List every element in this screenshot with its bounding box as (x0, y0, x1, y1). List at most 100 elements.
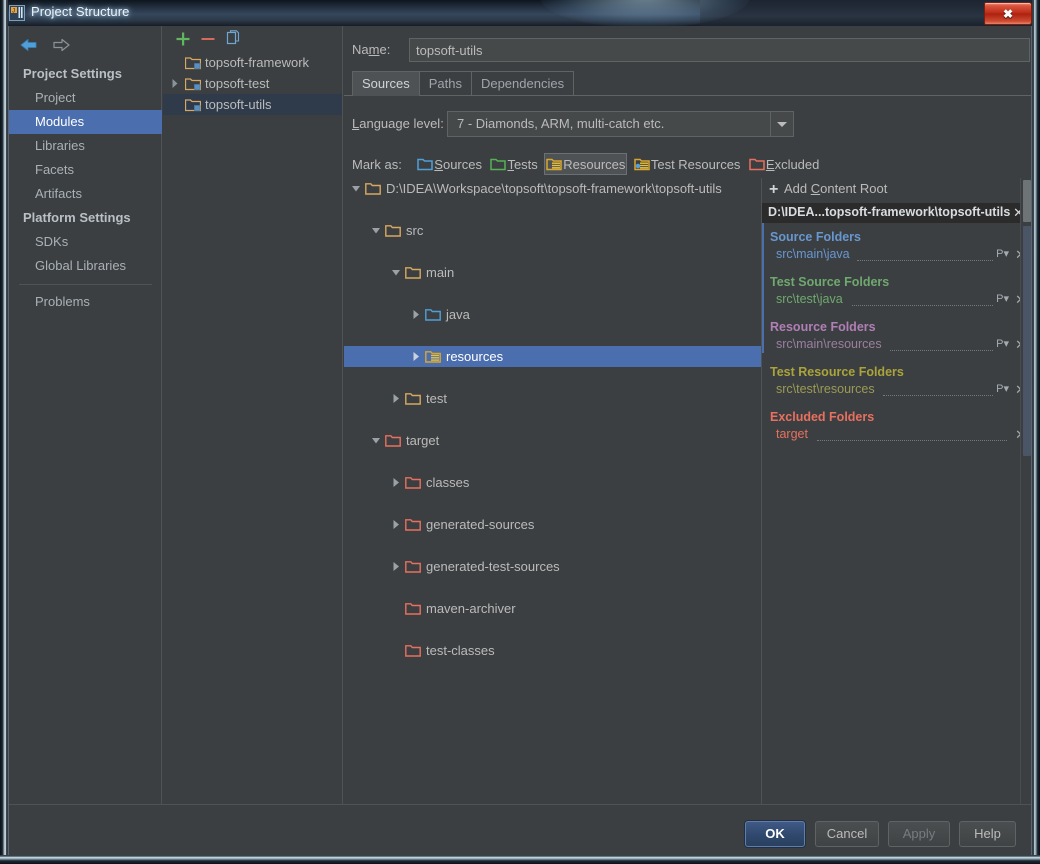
tab-dependencies[interactable]: Dependencies (470, 71, 575, 96)
folder-entry[interactable]: target ✕ (762, 426, 1031, 445)
tree-label: generated-sources (426, 517, 535, 532)
tree-row[interactable]: classes (344, 472, 761, 493)
tab-paths[interactable]: Paths (418, 71, 472, 96)
tree-row[interactable]: test-classes (344, 640, 761, 661)
tree-row[interactable]: src (344, 220, 761, 241)
package-prefix-icon[interactable]: P▾ (996, 338, 1009, 351)
module-item-topsoft-test[interactable]: topsoft-test (163, 73, 342, 94)
minus-icon[interactable] (198, 29, 218, 49)
window-frame-bottom (0, 855, 1040, 864)
sidebar-item-global-libraries[interactable]: Global Libraries (9, 254, 162, 278)
plus-icon[interactable] (173, 29, 193, 49)
tab-label: Dependencies (480, 76, 565, 91)
language-level-label: Language level: (352, 116, 444, 131)
sidebar-item-libraries[interactable]: Libraries (9, 134, 162, 158)
chevron-right-icon[interactable] (409, 304, 423, 325)
window-frame-right (1032, 0, 1040, 864)
svg-text:J: J (12, 9, 15, 15)
chevron-down-icon[interactable] (349, 178, 363, 199)
roots-scrollbar[interactable] (1020, 178, 1031, 804)
add-content-root-button[interactable]: + Add Content Root (762, 178, 1031, 202)
tree-row[interactable]: test (344, 388, 761, 409)
package-prefix-icon[interactable]: P▾ (996, 383, 1009, 396)
sidebar-item-label: Libraries (35, 138, 85, 153)
sidebar-item-problems[interactable]: Problems (9, 290, 162, 314)
plus-icon: + (769, 181, 779, 198)
chevron-down-icon[interactable] (369, 430, 383, 451)
module-item-topsoft-framework[interactable]: topsoft-framework (163, 52, 342, 73)
tree-row[interactable]: main (344, 262, 761, 283)
tree-row[interactable]: java (344, 304, 761, 325)
package-prefix-icon[interactable]: P▾ (996, 248, 1009, 261)
tree-row[interactable]: generated-test-sources (344, 556, 761, 577)
folder-entry[interactable]: src\main\resources P▾ ✕ (762, 336, 1031, 355)
scrollbar-track-fill[interactable] (1023, 226, 1031, 456)
sidebar-item-facets[interactable]: Facets (9, 158, 162, 182)
module-detail-panel: Name: Sources Paths Dependencies (344, 26, 1031, 804)
folder-excluded-icon (405, 475, 421, 490)
help-button[interactable]: Help (959, 821, 1016, 847)
window-title: Project Structure (31, 4, 130, 19)
mark-as-tests-button[interactable]: Tests (488, 153, 539, 175)
module-name-input[interactable] (409, 38, 1030, 62)
apply-button[interactable]: Apply (888, 821, 950, 847)
tab-sources[interactable]: Sources (352, 71, 420, 96)
chevron-right-icon[interactable] (389, 472, 403, 493)
copy-icon[interactable] (223, 29, 243, 49)
module-folder-icon (184, 97, 202, 112)
sidebar-item-label: SDKs (35, 234, 69, 249)
folder-entry[interactable]: src\test\resources P▾ ✕ (762, 381, 1031, 400)
cancel-label: Cancel (826, 826, 868, 841)
tree-row[interactable]: maven-archiver (344, 598, 761, 619)
chevron-down-icon[interactable] (389, 262, 403, 283)
language-level-combo[interactable]: 7 - Diamonds, ARM, multi-catch etc. (447, 111, 794, 137)
chevron-right-icon[interactable] (389, 556, 403, 577)
chevron-right-icon[interactable] (409, 346, 423, 367)
selection-marker (762, 223, 764, 353)
package-prefix-icon[interactable]: P▾ (996, 293, 1009, 306)
tree-row[interactable]: resources (344, 346, 761, 367)
sidebar-item-project[interactable]: Project (9, 86, 162, 110)
tree-label: src (406, 223, 424, 238)
ok-label: OK (765, 826, 785, 841)
mark-as-resources-button[interactable]: Resources (544, 153, 628, 175)
cancel-button[interactable]: Cancel (815, 821, 879, 847)
sidebar-item-artifacts[interactable]: Artifacts (9, 182, 162, 206)
detail-tabs: Sources Paths Dependencies (352, 71, 575, 96)
chevron-right-icon[interactable] (389, 388, 403, 409)
tree-row[interactable]: generated-sources (344, 514, 761, 535)
chevron-down-icon[interactable] (369, 220, 383, 241)
title-bar: J Project Structure ✖ (0, 0, 1040, 26)
tree-label: target (406, 433, 440, 448)
sidebar-item-modules[interactable]: Modules (9, 110, 162, 134)
arrow-left-icon[interactable] (17, 34, 43, 56)
settings-nav-list: Project Settings Project Modules Librari… (9, 62, 162, 314)
arrow-right-icon[interactable] (47, 34, 73, 56)
sidebar-item-sdks[interactable]: SDKs (9, 230, 162, 254)
close-button[interactable]: ✖ (984, 2, 1032, 25)
ok-button[interactable]: OK (745, 821, 805, 847)
close-icon: ✖ (1002, 6, 1014, 21)
chevron-right-icon[interactable] (389, 514, 403, 535)
modules-list: topsoft-framework topsoft-test topsoft-u… (163, 52, 342, 115)
scrollbar-thumb[interactable] (1023, 180, 1031, 222)
folder-sources-icon (425, 307, 441, 322)
folder-plain-icon (405, 265, 421, 280)
mark-as-test-resources-button[interactable]: Test Resources (632, 153, 743, 175)
modules-panel: topsoft-framework topsoft-test topsoft-u… (163, 26, 343, 804)
folder-tests-icon (490, 156, 507, 171)
name-label: Name: (352, 42, 391, 57)
chevron-right-icon[interactable] (169, 73, 181, 94)
tree-label: generated-test-sources (426, 559, 560, 574)
mark-as-excluded-button[interactable]: Excluded (747, 153, 821, 175)
sidebar-group-label: Project Settings (23, 66, 122, 81)
chevron-down-icon[interactable] (770, 112, 793, 136)
module-item-topsoft-utils[interactable]: topsoft-utils (163, 94, 342, 115)
sidebar-item-label: Facets (35, 162, 75, 177)
folder-entry[interactable]: src\main\java P▾ ✕ (762, 246, 1031, 265)
folder-entry[interactable]: src\test\java P▾ ✕ (762, 291, 1031, 310)
module-folder-icon (184, 55, 202, 70)
mark-as-sources-button[interactable]: Sources (415, 153, 484, 175)
tree-row[interactable]: target (344, 430, 761, 451)
tree-row[interactable]: D:\IDEA\Workspace\topsoft\topsoft-framew… (344, 178, 761, 199)
